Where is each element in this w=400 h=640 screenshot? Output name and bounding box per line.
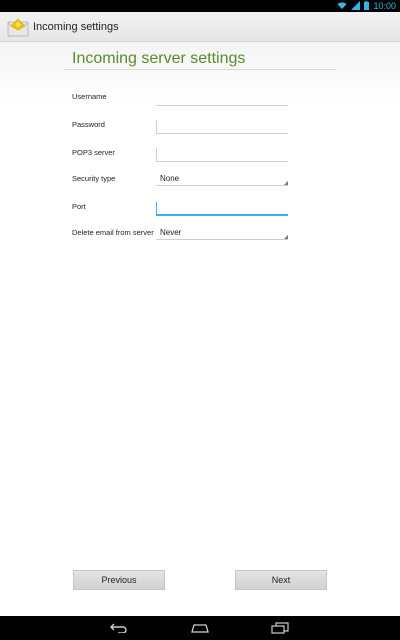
security-type-label: Security type <box>72 174 116 183</box>
recent-apps-icon[interactable] <box>268 620 292 636</box>
title-divider <box>64 69 336 70</box>
password-label: Password <box>72 120 105 129</box>
password-input[interactable] <box>156 120 288 134</box>
port-row: Port <box>72 202 288 226</box>
next-button[interactable]: Next <box>235 570 327 590</box>
password-row: Password <box>72 120 288 144</box>
username-row: Username <box>72 92 288 116</box>
pop3-server-label: POP3 server <box>72 148 115 157</box>
email-app-icon[interactable] <box>7 16 29 38</box>
settings-content: Incoming server settings Username Passwo… <box>0 42 400 616</box>
delete-email-value: Never <box>160 228 182 237</box>
status-icons: 10:00 <box>337 0 396 12</box>
action-bar-title: Incoming settings <box>33 20 119 33</box>
dropdown-arrow-icon <box>284 235 288 239</box>
security-type-row: Security type None <box>72 174 288 198</box>
delete-email-row: Delete email from server Never <box>72 228 288 252</box>
pop3-server-input[interactable] <box>156 148 288 162</box>
previous-button[interactable]: Previous <box>73 570 165 590</box>
status-bar: 10:00 <box>0 0 400 12</box>
security-type-value: None <box>160 174 180 183</box>
pop3-server-row: POP3 server <box>72 148 288 172</box>
action-bar: Incoming settings <box>0 12 400 42</box>
home-icon[interactable] <box>188 620 212 636</box>
delete-email-label: Delete email from server <box>72 228 154 237</box>
delete-email-select[interactable]: Never <box>156 228 288 240</box>
dropdown-arrow-icon <box>284 181 288 185</box>
back-icon[interactable] <box>107 620 131 636</box>
security-type-select[interactable]: None <box>156 174 288 186</box>
port-label: Port <box>72 202 86 211</box>
port-input[interactable] <box>156 202 288 216</box>
username-label: Username <box>72 92 107 101</box>
username-input[interactable] <box>156 92 288 106</box>
page-title: Incoming server settings <box>72 50 246 67</box>
navigation-bar <box>0 616 400 640</box>
status-time: 10:00 <box>373 1 396 11</box>
